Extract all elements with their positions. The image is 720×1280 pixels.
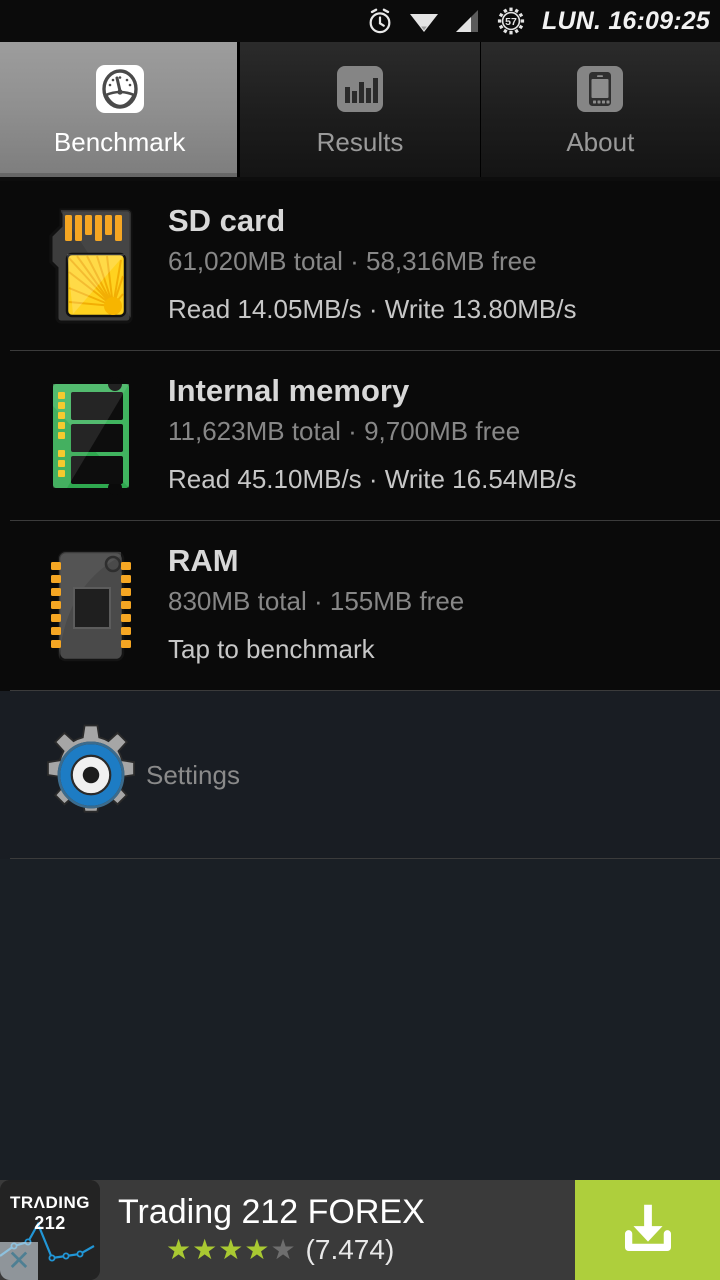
ram-chip-icon <box>36 546 146 666</box>
ad-title: Trading 212 FOREX <box>118 1193 425 1232</box>
ad-logo-line1: TRΛDING <box>10 1193 90 1212</box>
gear-icon <box>36 715 146 835</box>
ad-banner[interactable]: TRΛDING 212 ✕ Trading 212 FOREX ★ ★ ★ ★ … <box>0 1180 720 1280</box>
tab-about[interactable]: About <box>480 42 720 177</box>
star-filled-icon: ★ <box>244 1233 270 1265</box>
list-item-text: RAM 830MB total · 155MB free Tap to benc… <box>146 542 464 669</box>
list-item-speed: Read 45.10MB/s · Write 16.54MB/s <box>168 464 577 495</box>
sd-card-icon <box>36 206 146 326</box>
ad-logo-line2: 212 <box>34 1212 66 1233</box>
status-bar-clock: LUN. 16:09:25 <box>542 6 710 35</box>
status-bar: 57 LUN. 16:09:25 <box>0 0 720 42</box>
list-item-ram[interactable]: RAM 830MB total · 155MB free Tap to benc… <box>0 521 720 691</box>
battery-percent-text: 57 <box>505 16 517 28</box>
tab-benchmark-label: Benchmark <box>53 127 186 157</box>
list-item-capacity: 830MB total · 155MB free <box>168 586 465 617</box>
list-item-title: Internal memory <box>168 373 410 409</box>
bar-chart-icon <box>332 61 388 117</box>
phone-icon <box>572 61 628 117</box>
list-item-title: RAM <box>168 543 239 579</box>
alarm-clock-icon <box>366 7 394 35</box>
settings-label: Settings <box>146 759 240 790</box>
benchmark-list: SD card 61,020MB total · 58,316MB free R… <box>0 181 720 859</box>
star-filled-icon: ★ <box>192 1233 218 1265</box>
list-item-action-hint: Tap to benchmark <box>168 634 375 665</box>
tab-benchmark[interactable]: Benchmark <box>0 42 241 177</box>
ad-install-button[interactable] <box>575 1180 720 1280</box>
ad-rating-row: ★ ★ ★ ★ ★ (7.474) <box>118 1234 575 1266</box>
list-item-text: Internal memory 11,623MB total · 9,700MB… <box>146 372 576 499</box>
list-item-capacity: 61,020MB total · 58,316MB free <box>168 246 537 277</box>
speedometer-icon <box>92 61 148 117</box>
wifi-icon <box>408 8 440 34</box>
tab-bar: Benchmark Results About <box>0 42 720 177</box>
tab-results[interactable]: Results <box>240 42 481 177</box>
ad-close-button[interactable]: ✕ <box>0 1242 38 1280</box>
list-item-speed: Read 14.05MB/s · Write 13.80MB/s <box>168 294 577 325</box>
list-item-settings[interactable]: Settings <box>0 691 720 859</box>
ad-star-rating: ★ ★ ★ ★ ★ <box>166 1233 296 1265</box>
signal-icon <box>454 8 482 34</box>
list-item-internal-memory[interactable]: Internal memory 11,623MB total · 9,700MB… <box>0 351 720 521</box>
ad-app-icon: TRΛDING 212 ✕ <box>0 1180 100 1280</box>
ad-review-count: (7.474) <box>305 1233 395 1265</box>
list-item-sd-card[interactable]: SD card 61,020MB total · 58,316MB free R… <box>0 181 720 351</box>
list-item-title: SD card <box>168 203 286 239</box>
tab-about-label: About <box>566 127 635 157</box>
star-filled-icon: ★ <box>166 1233 192 1265</box>
list-item-text: SD card 61,020MB total · 58,316MB free R… <box>146 202 576 329</box>
star-empty-icon: ★ <box>270 1233 296 1265</box>
battery-icon: 57 <box>496 6 526 36</box>
star-filled-icon: ★ <box>218 1233 244 1265</box>
tab-results-label: Results <box>316 127 404 157</box>
ad-logo-text: TRΛDING 212 <box>0 1193 100 1233</box>
list-item-capacity: 11,623MB total · 9,700MB free <box>168 416 521 447</box>
download-icon <box>617 1197 679 1264</box>
memory-module-icon <box>36 376 146 496</box>
ad-body: Trading 212 FOREX ★ ★ ★ ★ ★ (7.474) <box>100 1180 575 1280</box>
